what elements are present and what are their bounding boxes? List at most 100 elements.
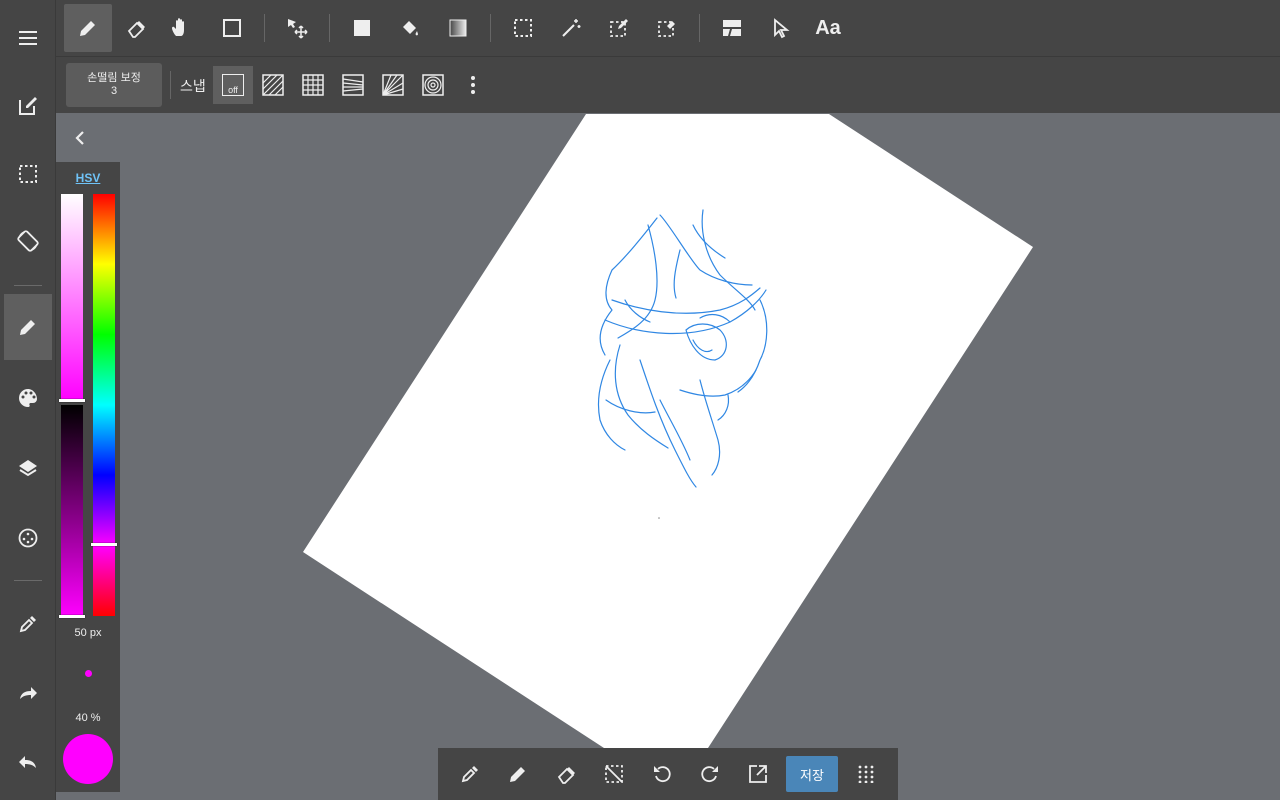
value-handle[interactable] <box>59 615 85 618</box>
eyedropper-button[interactable] <box>446 750 494 798</box>
edit-button[interactable] <box>4 73 52 139</box>
toolbar-divider <box>699 14 700 42</box>
rotate-view-button[interactable] <box>4 208 52 274</box>
top-toolbar: Aa <box>56 0 1280 57</box>
screen-rotation-icon <box>17 230 39 252</box>
hamburger-icon <box>19 31 37 45</box>
hand-tool-button[interactable] <box>157 4 205 52</box>
more-options-button[interactable] <box>453 66 493 104</box>
text-tool-button[interactable]: Aa <box>804 4 852 52</box>
grid-icon <box>302 74 324 96</box>
hand-icon <box>172 18 184 36</box>
magic-wand-icon <box>562 19 581 37</box>
move-arrow-icon <box>288 19 308 39</box>
snap-radial-button[interactable] <box>373 66 413 104</box>
left-sidebar <box>0 0 56 800</box>
toolbar-divider <box>170 71 171 99</box>
move-tool-button[interactable] <box>273 4 321 52</box>
sidebar-divider <box>14 580 42 581</box>
eraser-button[interactable] <box>542 750 590 798</box>
frame-divider-icon <box>723 20 741 36</box>
eyedropper-icon <box>461 766 478 783</box>
cursor-arrow-icon <box>774 18 790 39</box>
magic-wand-tool-button[interactable] <box>547 4 595 52</box>
more-vertical-icon <box>471 76 475 94</box>
eraser-icon <box>557 767 575 784</box>
operation-tool-button[interactable] <box>756 4 804 52</box>
eraser-icon <box>127 21 145 38</box>
select-eraser-tool-button[interactable] <box>643 4 691 52</box>
selection-button[interactable] <box>4 141 52 207</box>
fill-rect-tool-button[interactable] <box>338 4 386 52</box>
brush-size-preview <box>85 670 92 677</box>
stabilizer-button[interactable]: 손떨림 보정 3 <box>66 63 162 107</box>
pen-tool-button[interactable] <box>64 4 112 52</box>
eyedropper-button[interactable] <box>4 591 52 657</box>
edit-icon <box>19 97 37 115</box>
export-button[interactable] <box>734 750 782 798</box>
snap-off-button[interactable]: off <box>213 66 253 104</box>
current-color-swatch[interactable] <box>63 734 113 784</box>
gradient-tool-button[interactable] <box>434 4 482 52</box>
brush-panel-button[interactable] <box>4 294 52 360</box>
hsv-tab[interactable]: HSV <box>56 171 120 185</box>
menu-button[interactable] <box>4 5 52 71</box>
eyedropper-icon <box>19 616 36 633</box>
grid-menu-button[interactable] <box>842 750 890 798</box>
shape-tool-button[interactable] <box>208 4 256 52</box>
color-panel-button[interactable] <box>4 365 52 431</box>
brush-size-label[interactable]: 50 px <box>56 627 120 639</box>
pencil-icon <box>510 767 525 782</box>
snap-parallel-button[interactable] <box>253 66 293 104</box>
select-pen-tool-button[interactable] <box>595 4 643 52</box>
eraser-tool-button[interactable] <box>112 4 160 52</box>
dot-grid-icon <box>858 765 874 783</box>
rotate-right-button[interactable] <box>686 750 734 798</box>
filled-square-icon <box>354 20 370 36</box>
redo-button[interactable] <box>4 660 52 726</box>
material-icon <box>18 528 38 548</box>
marquee-icon <box>19 165 37 183</box>
layers-button[interactable] <box>4 435 52 501</box>
open-external-icon <box>749 765 767 783</box>
deselect-button[interactable] <box>590 750 638 798</box>
stabilizer-label: 손떨림 보정 <box>87 72 141 84</box>
parallel-lines-icon <box>262 74 284 96</box>
pen-button[interactable] <box>494 750 542 798</box>
snap-label: 스냅 <box>180 78 206 94</box>
drawing-canvas[interactable] <box>0 0 1280 800</box>
save-button[interactable]: 저장 <box>786 756 838 792</box>
rotate-left-icon <box>654 766 671 783</box>
hue-handle[interactable] <box>91 543 117 547</box>
snap-grid-button[interactable] <box>293 66 333 104</box>
select-tool-button[interactable] <box>499 4 547 52</box>
frame-divider-tool-button[interactable] <box>708 4 756 52</box>
selection-eraser-icon <box>658 21 675 37</box>
color-panel: HSV 50 px 40 % <box>56 162 120 792</box>
gradient-icon <box>449 19 467 37</box>
selection-pen-icon <box>610 19 628 37</box>
hue-slider[interactable] <box>93 194 115 616</box>
snap-perspective-button[interactable] <box>333 66 373 104</box>
undo-button[interactable] <box>4 729 52 795</box>
material-button[interactable] <box>4 505 52 571</box>
canvas-paper[interactable] <box>303 114 1033 748</box>
opacity-label[interactable]: 40 % <box>56 712 120 724</box>
value-slider[interactable] <box>61 405 83 616</box>
concentric-circles-icon <box>422 74 444 96</box>
rotate-left-button[interactable] <box>638 750 686 798</box>
sidebar-divider <box>14 285 42 286</box>
bucket-tool-button[interactable] <box>386 4 434 52</box>
pencil-icon <box>80 21 95 36</box>
undo-icon <box>19 756 36 768</box>
marquee-icon <box>514 19 532 37</box>
snap-circle-button[interactable] <box>413 66 453 104</box>
saturation-handle[interactable] <box>59 399 85 402</box>
saturation-slider[interactable] <box>61 194 83 400</box>
pencil-icon <box>20 320 35 335</box>
paint-bucket-icon <box>403 21 418 36</box>
chevron-left-icon <box>75 131 84 145</box>
palette-icon <box>19 389 37 407</box>
text-tool-label: Aa <box>815 16 841 39</box>
collapse-panel-button[interactable] <box>70 128 90 148</box>
